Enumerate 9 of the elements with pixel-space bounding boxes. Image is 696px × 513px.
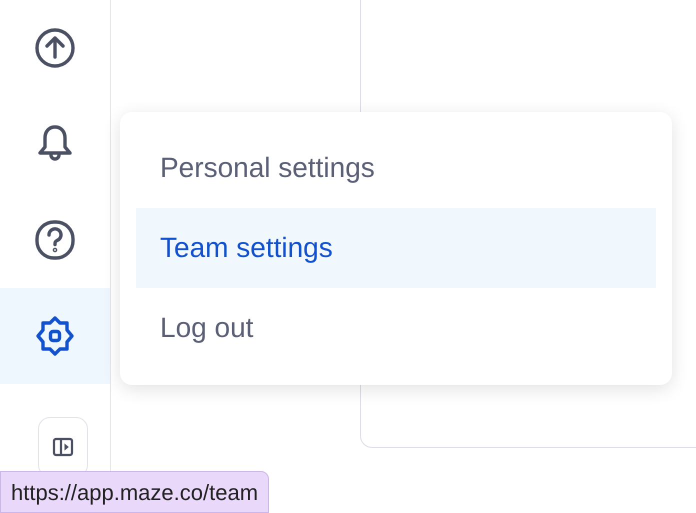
menu-item[interactable]: Log out: [136, 288, 656, 368]
panel-toggle-icon: [52, 436, 74, 458]
sidebar-item[interactable]: [0, 288, 110, 384]
upload-icon: [34, 27, 76, 69]
menu-item[interactable]: Team settings: [136, 208, 656, 288]
url-text: https://app.maze.co/team: [11, 478, 258, 507]
help-icon: [34, 219, 76, 261]
menu-item[interactable]: Personal settings: [136, 128, 656, 208]
settings-icon: [34, 315, 76, 357]
